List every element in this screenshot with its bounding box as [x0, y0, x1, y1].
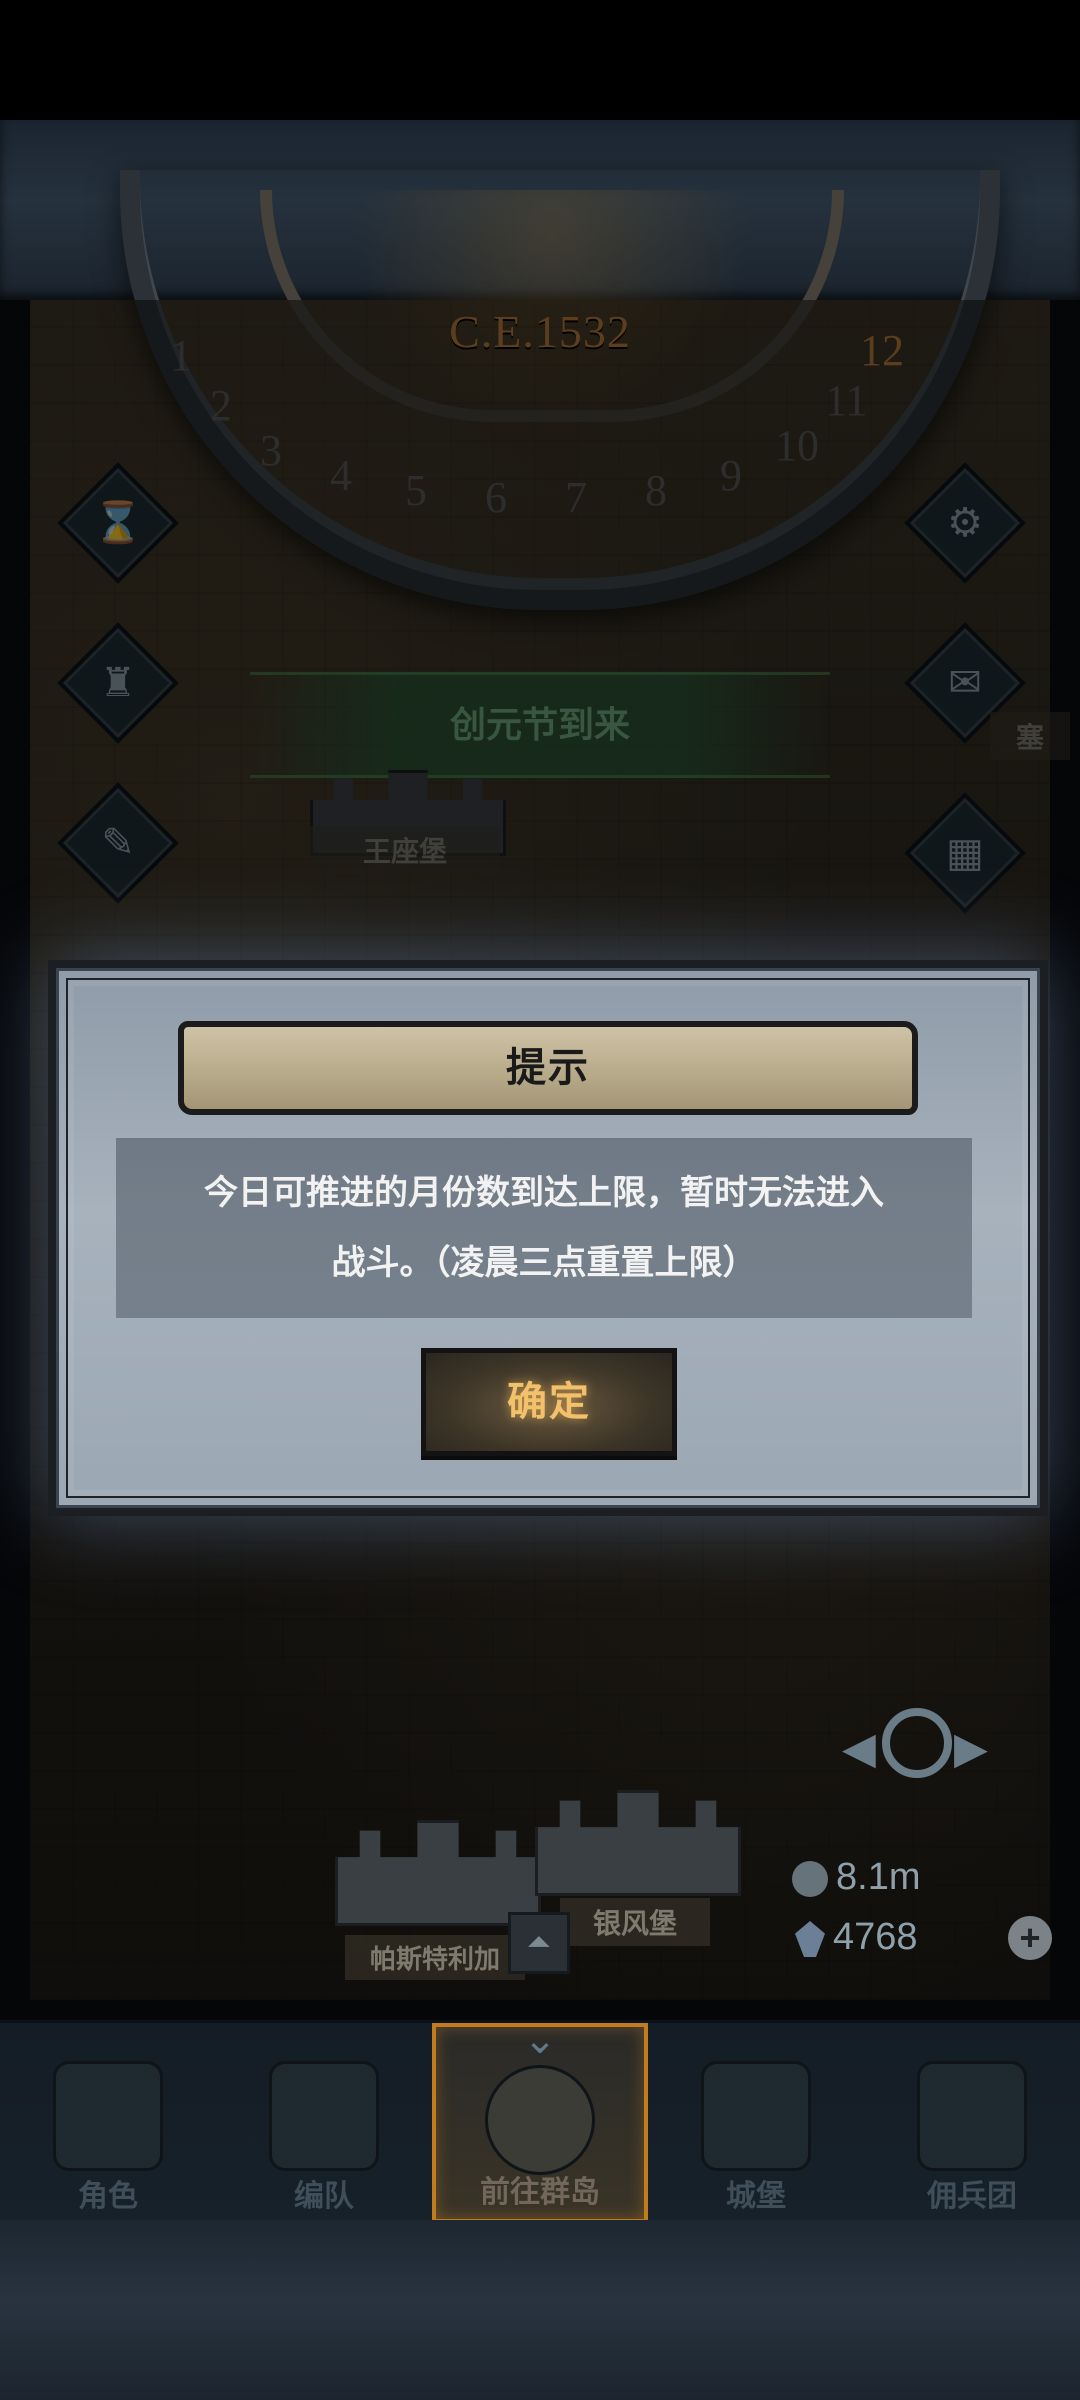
dialog-title-scroll: 提示	[178, 1021, 918, 1115]
nav-label-formation: 编队	[294, 2180, 354, 2213]
nav-item-islands[interactable]: ⌄ 前往群岛	[432, 2018, 648, 2223]
confirm-button[interactable]: 确定	[421, 1348, 677, 1456]
nav-item-character[interactable]: 角色	[0, 2023, 216, 2223]
knight-icon	[53, 2061, 163, 2171]
nav-label-character: 角色	[78, 2180, 138, 2213]
mercenary-icon	[917, 2061, 1027, 2171]
gem-amount: 4768	[833, 1916, 918, 1958]
arrow-right-icon: ▶	[954, 1724, 988, 1773]
nav-item-mercenary[interactable]: 佣兵团	[864, 2023, 1080, 2223]
dialog-message-line2: 战斗。（凌晨三点重置上限）	[331, 1244, 757, 1282]
nav-label-castle: 城堡	[726, 2180, 786, 2213]
dialog-message: 今日可推进的月份数到达上限，暂时无法进入 战斗。（凌晨三点重置上限）	[116, 1138, 972, 1318]
place-label-pastelia: 帕斯特利加	[345, 1935, 525, 1980]
gem-resource: 4768	[795, 1916, 918, 1959]
crystal-icon	[795, 1920, 825, 1957]
silver-resource: 8.1m	[792, 1856, 920, 1899]
add-currency-button[interactable]: +	[1008, 1916, 1052, 1960]
status-bar-area	[0, 0, 1080, 120]
place-label-silverwind: 银风堡	[560, 1898, 710, 1946]
bottom-frame-band	[0, 2220, 1080, 2400]
globe-icon	[485, 2065, 595, 2175]
dialog-title: 提示	[506, 1046, 590, 1090]
locate-control[interactable]: ◀ ▶	[842, 1688, 992, 1798]
notice-dialog: 提示 今日可推进的月份数到达上限，暂时无法进入 战斗。（凌晨三点重置上限） 确定	[48, 960, 1048, 1516]
chevron-down-icon: ⌄	[523, 2018, 557, 2062]
castle-icon	[701, 2061, 811, 2171]
arrow-left-icon: ◀	[842, 1724, 876, 1773]
helmet-icon	[269, 2061, 379, 2171]
nav-label-islands: 前往群岛	[480, 2176, 600, 2209]
dialog-message-line1: 今日可推进的月份数到达上限，暂时无法进入	[204, 1174, 884, 1212]
nav-label-mercenary: 佣兵团	[927, 2180, 1017, 2213]
silver-amount: 8.1m	[836, 1856, 921, 1898]
expand-up-button[interactable]: ⏶	[508, 1912, 570, 1974]
silver-coin-icon	[792, 1860, 828, 1897]
nav-item-castle[interactable]: 城堡	[648, 2023, 864, 2223]
castle-marker-silverwind[interactable]	[535, 1790, 741, 1896]
castle-marker-pastelia[interactable]	[335, 1820, 541, 1926]
bottom-nav: 角色 编队 ⌄ 前往群岛 城堡 佣兵团	[0, 2018, 1080, 2223]
target-icon	[882, 1708, 952, 1778]
nav-item-formation[interactable]: 编队	[216, 2023, 432, 2223]
